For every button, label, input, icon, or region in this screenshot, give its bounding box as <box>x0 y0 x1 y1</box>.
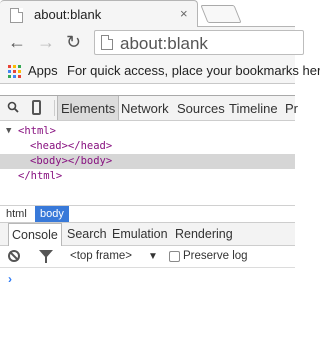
tab-title: about:blank <box>34 7 102 22</box>
dom-node-text: </html> <box>18 170 63 182</box>
browser-toolbar: ← → ↻ about:blank <box>0 27 304 58</box>
tab-elements[interactable]: Elements <box>57 96 120 120</box>
console-prompt-icon[interactable]: › <box>8 272 12 286</box>
devtools-panel: Elements Network Sources Timeline Pr ▼ <… <box>0 95 298 362</box>
tab-strip: about:blank × <box>0 0 295 27</box>
apps-dot <box>8 70 11 73</box>
forward-icon[interactable]: → <box>37 33 55 51</box>
preserve-log-checkbox[interactable] <box>169 251 180 262</box>
dom-node-head[interactable]: <head></head> <box>0 139 295 154</box>
clear-console-icon[interactable] <box>8 250 20 262</box>
tab-console[interactable]: Console <box>8 223 62 246</box>
dom-node-text: <head></head> <box>30 140 113 152</box>
page-icon <box>10 8 23 23</box>
apps-dot <box>18 65 21 68</box>
apps-dot <box>18 75 21 78</box>
tab-emulation[interactable]: Emulation <box>112 227 168 241</box>
expand-triangle-icon[interactable]: ▼ <box>6 124 11 139</box>
dom-node-text: <body></body> <box>30 155 113 167</box>
tab-close-icon[interactable]: × <box>180 6 188 21</box>
tab-timeline[interactable]: Timeline <box>229 101 278 116</box>
url-text[interactable]: about:blank <box>120 34 208 54</box>
dom-node-html[interactable]: ▼ <html> <box>0 124 295 139</box>
breadcrumb: html body <box>0 205 295 223</box>
page-content <box>0 85 295 95</box>
breadcrumb-html[interactable]: html <box>1 206 32 223</box>
dom-node-text: <html> <box>18 125 56 137</box>
tab-sources[interactable]: Sources <box>177 101 225 116</box>
browser-tab[interactable]: about:blank × <box>0 0 198 27</box>
apps-dot <box>13 65 16 68</box>
drawer-tabbar: Console Search Emulation Rendering <box>0 222 295 246</box>
device-mode-icon[interactable] <box>32 100 41 115</box>
address-bar[interactable]: about:blank <box>94 30 304 55</box>
apps-dot <box>8 75 11 78</box>
tab-network[interactable]: Network <box>121 101 169 116</box>
divider <box>54 100 55 116</box>
page-icon <box>101 35 113 50</box>
new-tab-button[interactable] <box>200 5 242 23</box>
filter-icon[interactable] <box>39 250 53 263</box>
dom-node-body[interactable]: <body></body> <box>0 154 295 169</box>
apps-icon[interactable] <box>8 65 21 78</box>
frame-selector[interactable]: <top frame> <box>70 250 132 262</box>
chevron-down-icon[interactable]: ▼ <box>148 251 158 262</box>
preserve-log-label[interactable]: Preserve log <box>183 250 248 262</box>
console-toolbar: <top frame> ▼ Preserve log <box>0 246 295 268</box>
breadcrumb-body[interactable]: body <box>35 206 69 223</box>
bookmarks-hint: For quick access, place your bookmarks h… <box>67 63 320 78</box>
devtools-tabbar: Elements Network Sources Timeline Pr <box>0 96 298 121</box>
tab-rendering[interactable]: Rendering <box>175 227 233 241</box>
back-icon[interactable]: ← <box>8 33 26 51</box>
dom-node-html-close[interactable]: </html> <box>0 169 295 184</box>
tab-search[interactable]: Search <box>67 227 107 241</box>
search-icon[interactable] <box>7 101 19 113</box>
apps-dot <box>8 65 11 68</box>
apps-dot <box>18 70 21 73</box>
tab-profiles[interactable]: Pr <box>285 101 298 116</box>
reload-icon[interactable]: ↻ <box>66 33 81 51</box>
apps-dot <box>13 70 16 73</box>
bookmarks-bar: Apps For quick access, place your bookma… <box>0 58 320 84</box>
apps-button[interactable]: Apps <box>28 63 58 78</box>
apps-dot <box>13 75 16 78</box>
